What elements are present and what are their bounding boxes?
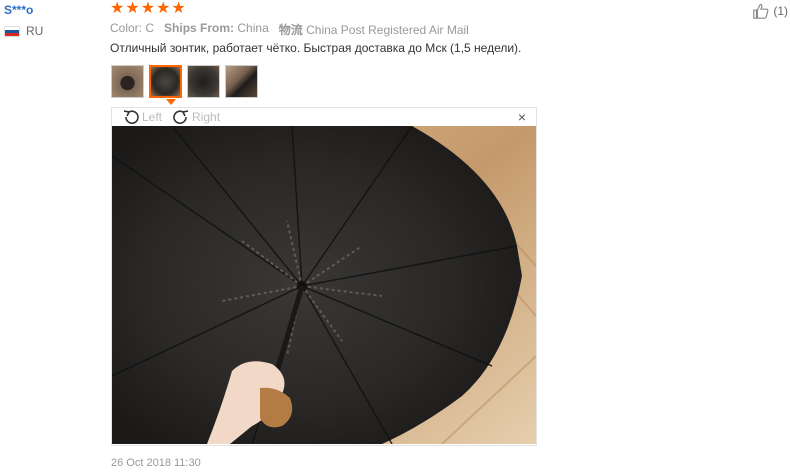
rotate-right-label: Right <box>192 110 221 124</box>
ships-from-value: China <box>237 21 269 35</box>
rotate-left-label: Left <box>142 110 163 124</box>
photo-thumbnail[interactable] <box>225 65 258 98</box>
photo-thumbnails <box>111 65 258 98</box>
star-icon: ★ <box>171 0 186 17</box>
star-rating: ★ ★ ★ ★ ★ <box>110 1 186 17</box>
color-value: C <box>145 21 155 35</box>
russia-flag-icon <box>4 25 20 37</box>
photo-viewer: Left Right × <box>111 107 537 446</box>
reviewer-country: RU <box>4 24 43 38</box>
helpful-button[interactable]: (1) <box>752 2 788 20</box>
rotate-left-icon <box>123 110 139 124</box>
logistics-label: 物流 <box>278 23 303 37</box>
order-meta: Color: C Ships From: China 物流 China Post… <box>110 21 469 38</box>
photo-thumbnail-selected[interactable] <box>149 65 182 98</box>
thumbs-up-icon <box>753 3 769 19</box>
selected-thumbnail-caret-icon <box>166 99 176 105</box>
country-code: RU <box>26 24 44 38</box>
photo-thumbnail[interactable] <box>111 65 144 98</box>
ships-from-label: Ships From: <box>164 21 235 35</box>
umbrella-photo-image <box>112 126 536 444</box>
logistics-value: China Post Registered Air Mail <box>306 23 469 37</box>
star-icon: ★ <box>125 0 140 17</box>
star-icon: ★ <box>156 0 171 17</box>
review-text: Отличный зонтик, работает чётко. Быстрая… <box>110 41 522 55</box>
reviewer-name: S***o <box>4 3 34 17</box>
photo-thumbnail[interactable] <box>187 65 220 98</box>
review-date: 26 Oct 2018 11:30 <box>111 457 201 469</box>
rotate-right-icon <box>173 110 189 124</box>
umbrella-photo <box>112 126 536 444</box>
rotate-right-button[interactable]: Right <box>172 109 220 125</box>
star-icon: ★ <box>140 0 156 17</box>
star-icon: ★ <box>110 0 125 17</box>
viewer-toolbar: Left Right × <box>112 108 536 126</box>
rotate-left-button[interactable]: Left <box>122 109 162 125</box>
close-viewer-button[interactable]: × <box>518 108 526 126</box>
helpful-count: (1) <box>773 4 788 18</box>
color-label: Color: <box>110 21 143 35</box>
